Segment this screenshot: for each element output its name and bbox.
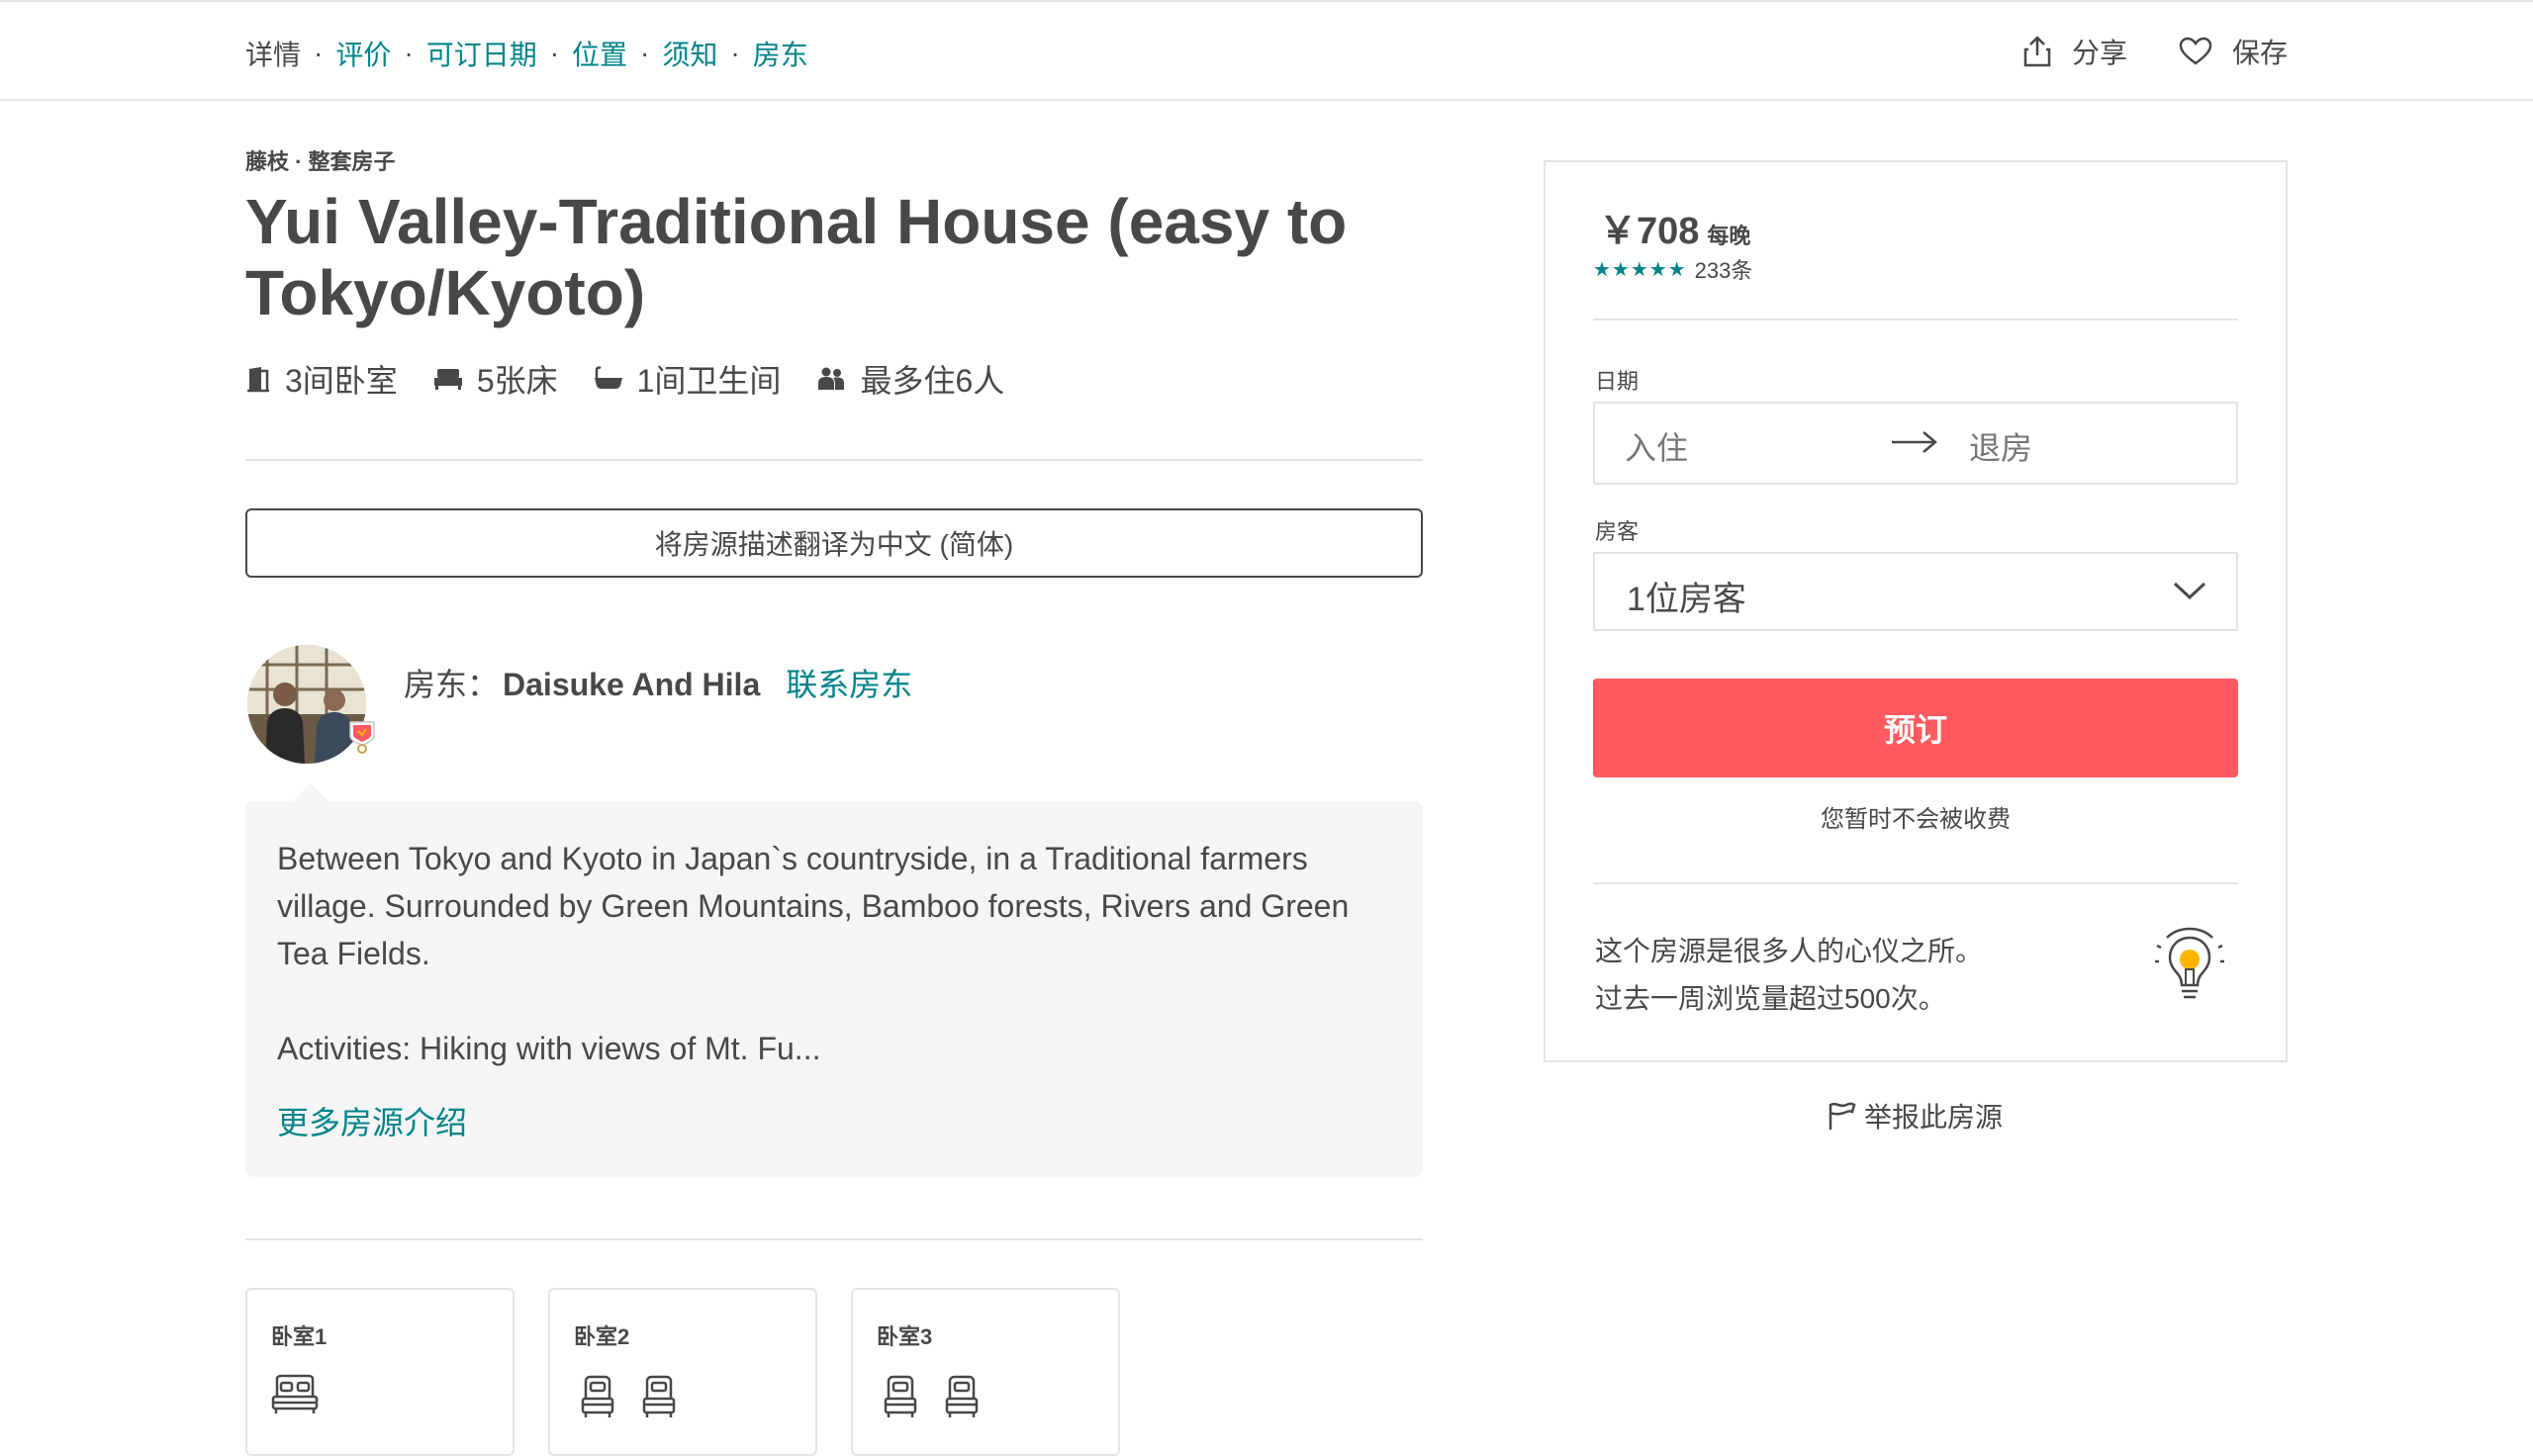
book-button[interactable]: 预订 (1593, 679, 2238, 777)
amenity-bedrooms-label: 3间卧室 (285, 363, 398, 399)
description-pointer (293, 783, 328, 801)
contact-host-link[interactable]: 联系房东 (786, 660, 912, 705)
door-icon (247, 367, 269, 393)
guests-select[interactable]: 1位房客 (1593, 552, 2238, 631)
guests-icon (818, 367, 845, 390)
bedroom-card-beds (271, 1373, 489, 1416)
translate-button[interactable]: 将房源描述翻译为中文 (简体) (245, 508, 1423, 578)
read-more-link[interactable]: 更多房源介绍 (277, 1098, 467, 1143)
bedroom-card-beds (574, 1373, 792, 1420)
heart-icon (2179, 37, 2212, 65)
date-range-picker: 入住 退房 (1593, 402, 2238, 485)
booking-divider (1593, 318, 2238, 320)
nav-tab-location[interactable]: 位置 (572, 34, 627, 73)
no-charge-note: 您暂时不会被收费 (1821, 806, 2011, 833)
bedroom-card: 卧室2 (548, 1288, 817, 1456)
price-row: ￥708 每晚 (1599, 200, 1750, 254)
nav-tab-availability[interactable]: 可订日期 (426, 34, 537, 73)
save-button[interactable]: 保存 (2179, 32, 2288, 71)
rating-stars-icon: ★★★★★ (1593, 258, 1687, 281)
section-nav-links: 详情 · 评价 · 可订日期 · 位置 · 须知 · 房东 (245, 34, 808, 73)
nav-separator: · (314, 38, 324, 68)
amenity-guests: 最多住6人 (816, 356, 1004, 402)
amenity-baths-label: 1间卫生间 (636, 363, 782, 399)
bedroom-card-label: 卧室3 (877, 1324, 933, 1349)
guests-label: 房客 (1595, 519, 1640, 544)
nav-tab-rules[interactable]: 须知 (662, 34, 717, 73)
report-label: 举报此房源 (1864, 1102, 2004, 1133)
bedroom-card: 卧室3 (851, 1288, 1120, 1456)
double-bed-icon (271, 1374, 319, 1413)
share-label: 分享 (2071, 38, 2127, 68)
description-box: Between Tokyo and Kyoto in Japan`s count… (245, 801, 1423, 1177)
host-line: 房东： Daisuke And Hila 联系房东 (404, 660, 912, 705)
section-nav: 详情 · 评价 · 可订日期 · 位置 · 须知 · 房东 分享 保存 (0, 2, 2533, 101)
bedroom-card-beds (877, 1373, 1094, 1420)
bedroom-card-label: 卧室1 (271, 1324, 328, 1349)
amenities-row: 3间卧室 5张床 1间卫生间 最多住6人 (245, 356, 1040, 402)
single-bed-icon (945, 1375, 979, 1417)
popular-headline: 这个房源是很多人的心仪之所。 (1595, 936, 1984, 966)
single-bed-icon (642, 1375, 676, 1417)
checkin-input[interactable]: 入住 (1625, 423, 1688, 469)
nav-tab-details[interactable]: 详情 (245, 34, 301, 73)
bed-icon (433, 369, 462, 390)
section-divider (245, 1238, 1423, 1240)
bedroom-card: 卧室1 (245, 1288, 515, 1456)
report-listing-link[interactable]: 举报此房源 (1827, 1096, 2003, 1136)
amenity-beds: 5张床 (433, 356, 558, 402)
rating-row[interactable]: ★★★★★ 233条 (1593, 253, 1752, 285)
chevron-down-icon (2173, 582, 2206, 600)
bathtub-icon (594, 366, 622, 389)
single-bed-icon (581, 1375, 614, 1417)
review-count: 233条 (1694, 258, 1753, 283)
arrow-right-icon (1892, 431, 1937, 453)
save-label: 保存 (2231, 38, 2288, 68)
nav-separator: · (549, 38, 560, 68)
listing-subtitle: 藤枝 · 整套房子 (245, 149, 396, 174)
host-name: Daisuke And Hila (503, 667, 761, 702)
guests-value: 1位房客 (1627, 581, 1746, 618)
bedroom-card-label: 卧室2 (574, 1324, 630, 1349)
lightbulb-icon (2155, 927, 2224, 999)
listing-title: Yui Valley-Traditional House (easy to To… (245, 186, 1348, 328)
nightly-price: ￥708 (1599, 211, 1700, 252)
nav-separator: · (730, 38, 740, 68)
dates-label: 日期 (1595, 369, 1640, 394)
host-label: 房东： (404, 667, 500, 702)
nav-separator: · (640, 38, 650, 68)
checkout-input[interactable]: 退房 (1969, 423, 2032, 469)
bedroom-cards: 卧室1 卧室2 卧室3 (245, 1288, 1154, 1456)
booking-panel: ￥708 每晚 ★★★★★ 233条 日期 入住 退房 房客 1位房客 预订 您… (1544, 160, 2288, 1062)
amenity-guests-label: 最多住6人 (860, 363, 1005, 399)
nav-tab-host[interactable]: 房东 (753, 34, 808, 73)
per-night-label: 每晚 (1707, 224, 1751, 248)
nav-actions: 分享 保存 (1971, 32, 2288, 71)
popular-subline: 过去一周浏览量超过500次。 (1595, 983, 1946, 1014)
nav-separator: · (404, 38, 414, 68)
booking-divider (1593, 882, 2238, 884)
superhost-badge-icon (349, 721, 375, 754)
flag-icon (1829, 1102, 1856, 1130)
amenity-baths: 1间卫生间 (594, 356, 782, 402)
single-bed-icon (884, 1375, 917, 1417)
nav-tab-reviews[interactable]: 评价 (335, 34, 391, 73)
amenity-bedrooms: 3间卧室 (245, 356, 398, 402)
share-icon (2023, 36, 2051, 67)
listing-description: Between Tokyo and Kyoto in Japan`s count… (277, 841, 1350, 1066)
amenity-beds-label: 5张床 (476, 363, 558, 399)
share-button[interactable]: 分享 (2022, 32, 2127, 71)
section-divider (245, 459, 1423, 461)
